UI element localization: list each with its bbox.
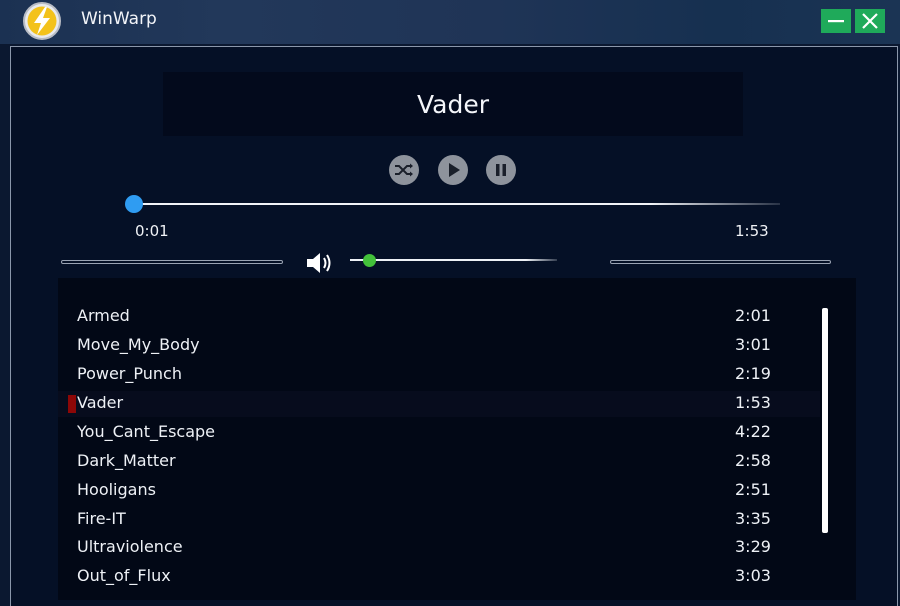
track-duration: 3:29: [735, 537, 771, 556]
pause-button[interactable]: [486, 155, 516, 185]
list-item[interactable]: You_Cant_Escape 4:22: [58, 420, 820, 446]
track-duration: 2:01: [735, 306, 771, 325]
list-item[interactable]: Power_Punch 2:19: [58, 362, 820, 388]
speaker-icon: [307, 253, 331, 273]
app-title: WinWarp: [81, 9, 157, 29]
close-button[interactable]: [855, 9, 885, 33]
pause-icon: [496, 164, 506, 176]
track-duration: 2:51: [735, 480, 771, 499]
track-name: Vader: [77, 393, 124, 412]
shuffle-button[interactable]: [389, 155, 419, 185]
title-bar[interactable]: WinWarp: [0, 0, 900, 44]
list-item[interactable]: Armed 2:01: [58, 304, 820, 330]
total-time: 1:53: [735, 222, 769, 240]
track-name: Fire-IT: [77, 509, 126, 528]
volume-handle[interactable]: [363, 254, 376, 267]
divider-left: [61, 260, 283, 264]
volume-slider[interactable]: [350, 259, 557, 261]
track-name: Hooligans: [77, 480, 156, 499]
close-icon: [862, 13, 878, 29]
track-name: Out_of_Flux: [77, 566, 171, 585]
track-name: You_Cant_Escape: [77, 422, 216, 441]
track-name: Power_Punch: [77, 364, 182, 383]
minimize-button[interactable]: [821, 9, 851, 33]
list-item[interactable]: Move_My_Body 3:01: [58, 333, 820, 359]
elapsed-time: 0:01: [135, 222, 169, 240]
play-icon: [449, 163, 460, 177]
track-duration: 4:22: [735, 422, 771, 441]
play-button[interactable]: [438, 155, 468, 185]
list-item[interactable]: Fire-IT 3:35: [58, 507, 820, 533]
seek-handle[interactable]: [125, 195, 143, 213]
track-duration: 2:19: [735, 364, 771, 383]
track-name: Ultraviolence: [77, 537, 183, 556]
list-item-current[interactable]: Vader 1:53: [58, 391, 820, 417]
track-name: Armed: [77, 306, 130, 325]
now-playing-title: Vader: [416, 90, 489, 119]
playlist: Armed 2:01 Move_My_Body 3:01 Power_Punch…: [58, 278, 856, 600]
now-playing-marker: [68, 395, 76, 413]
divider-right: [610, 260, 831, 264]
seek-bar[interactable]: [134, 203, 780, 205]
track-duration: 1:53: [735, 393, 771, 412]
list-item[interactable]: Out_of_Flux 3:03: [58, 564, 820, 590]
track-name: Move_My_Body: [77, 335, 200, 354]
list-item[interactable]: Dark_Matter 2:58: [58, 449, 820, 475]
track-duration: 3:03: [735, 566, 771, 585]
track-name: Dark_Matter: [77, 451, 176, 470]
track-duration: 2:58: [735, 451, 771, 470]
track-duration: 3:01: [735, 335, 771, 354]
shuffle-icon: [395, 163, 413, 177]
playlist-scrollbar[interactable]: [822, 308, 828, 533]
list-item[interactable]: Ultraviolence 3:29: [58, 535, 820, 561]
minimize-icon: [828, 20, 844, 23]
lightning-bolt-icon: [23, 2, 61, 40]
track-duration: 3:35: [735, 509, 771, 528]
list-item[interactable]: Hooligans 2:51: [58, 478, 820, 504]
volume-button[interactable]: [305, 249, 337, 277]
